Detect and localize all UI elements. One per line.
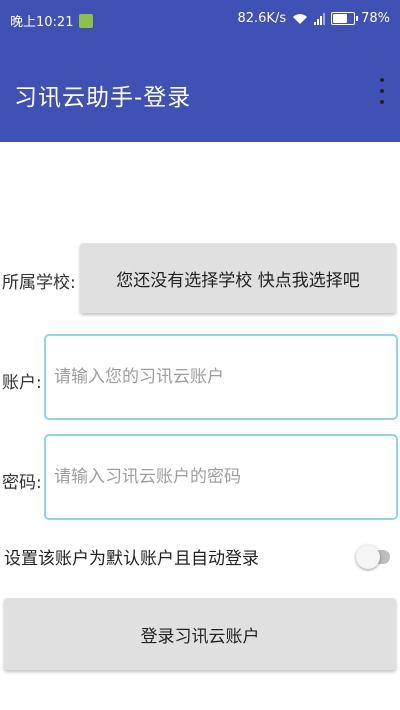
password-field-box — [44, 434, 398, 520]
select-school-button[interactable]: 您还没有选择学校 快点我选择吧 — [80, 243, 396, 313]
overflow-menu-icon[interactable] — [378, 78, 386, 104]
status-right: 82.6K/s 78% — [237, 11, 390, 26]
app-notification-icon — [79, 13, 94, 28]
auto-login-switch[interactable] — [356, 540, 390, 572]
account-input[interactable] — [52, 366, 396, 388]
status-time: 晚上10:21 — [10, 15, 74, 30]
password-label: 密码: — [2, 473, 42, 493]
account-field-box — [44, 334, 398, 420]
battery-icon — [331, 12, 359, 25]
auto-login-label: 设置该账户为默认账户且自动登录 — [4, 549, 259, 569]
signal-icon — [314, 12, 326, 25]
switch-thumb — [356, 545, 380, 569]
status-bar: 晚上10:21 82.6K/s 78% — [0, 0, 400, 38]
wifi-icon — [292, 13, 308, 25]
network-speed: 82.6K/s — [237, 11, 287, 26]
battery-fill — [333, 14, 348, 23]
password-input[interactable] — [52, 466, 396, 488]
page-title: 习讯云助手-登录 — [14, 85, 192, 111]
app-bar: 习讯云助手-登录 — [0, 38, 400, 142]
login-button[interactable]: 登录习讯云账户 — [4, 598, 396, 670]
battery-percent: 78% — [361, 11, 390, 26]
school-label: 所属学校: — [2, 273, 76, 293]
account-label: 账户: — [2, 373, 42, 393]
status-left: 晚上10:21 — [10, 11, 94, 30]
